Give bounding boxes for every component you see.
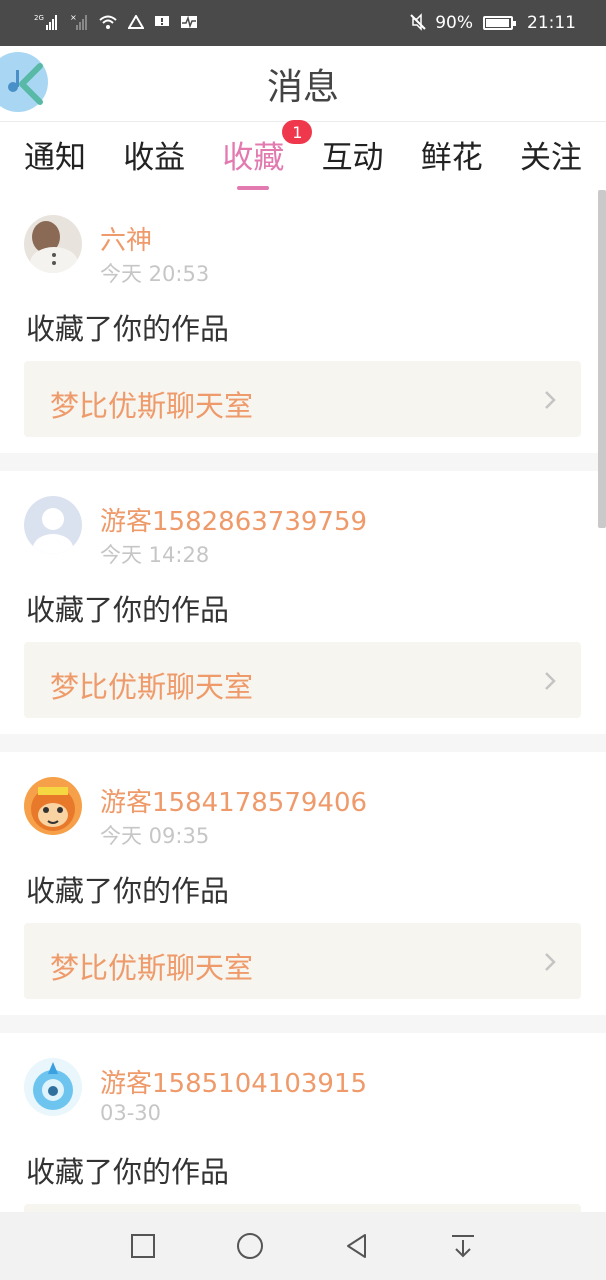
tab-follows[interactable]: 关注 [520,132,582,190]
tab-favorites[interactable]: 收藏 1 [222,120,313,190]
status-bar: 2G × 90% 21:11 [0,0,606,46]
avatar[interactable] [24,1058,82,1116]
list-item: 游客1585104103915 03-30 收藏了你的作品 [0,1033,606,1212]
action-text: 收藏了你的作品 [26,312,230,346]
tab-label: 鲜花 [420,140,483,176]
title-bar: 消息 [0,46,606,122]
notification-pull-icon[interactable] [449,1232,477,1260]
tab-interactions[interactable]: 互动 [322,132,384,190]
avatar[interactable] [24,215,82,273]
svg-text:2G: 2G [34,14,44,22]
signal-icon: 2G [34,13,60,34]
username[interactable]: 游客1582863739759 [100,501,367,538]
system-nav-bar [0,1212,606,1280]
status-icons-right: 90% 21:11 [409,12,576,34]
back-icon[interactable] [343,1232,371,1260]
tab-label: 通知 [24,140,86,176]
tab-label: 收益 [123,140,186,176]
tab-notifications[interactable]: 通知 [24,132,86,190]
unread-badge: 1 [282,120,313,144]
divider [0,734,606,752]
timestamp: 03-30 [100,1101,162,1125]
work-link[interactable]: 梦比优斯聊天室 [24,923,581,999]
work-link[interactable] [24,1204,581,1212]
divider [0,1015,606,1033]
list-item: 游客1582863739759 今天 14:28 收藏了你的作品 梦比优斯聊天室 [0,471,606,734]
timestamp: 今天 09:35 [100,824,210,848]
avatar[interactable] [24,777,82,835]
chevron-right-icon [545,953,556,971]
work-link[interactable]: 梦比优斯聊天室 [24,642,581,718]
action-text: 收藏了你的作品 [26,593,230,627]
work-title: 梦比优斯聊天室 [50,389,254,423]
category-tabs: 通知 收益 收藏 1 互动 鲜花 关注 [0,120,606,190]
timestamp: 今天 20:53 [100,262,210,286]
avatar[interactable] [24,496,82,554]
chevron-right-icon [545,672,556,690]
tab-label: 关注 [519,140,582,176]
favorites-list[interactable]: 六神 今天 20:53 收藏了你的作品 梦比优斯聊天室 游客1582863739… [0,190,606,1212]
tab-flowers[interactable]: 鲜花 [421,132,483,190]
work-title: 梦比优斯聊天室 [50,670,254,704]
battery-icon [483,16,516,30]
action-text: 收藏了你的作品 [26,1155,230,1189]
home-icon[interactable] [235,1231,265,1261]
list-item: 六神 今天 20:53 收藏了你的作品 梦比优斯聊天室 [0,190,606,453]
clock: 21:11 [527,13,576,33]
activity-icon [180,15,198,32]
page-title: 消息 [266,66,339,108]
svg-text:×: × [70,13,77,22]
status-icons-left: 2G × [34,13,198,34]
no-signal-icon: × [70,13,88,34]
username[interactable]: 六神 [100,220,152,257]
list-item: 游客1584178579406 今天 09:35 收藏了你的作品 梦比优斯聊天室 [0,752,606,1015]
recent-apps-icon[interactable] [129,1232,157,1260]
work-link[interactable]: 梦比优斯聊天室 [24,361,581,437]
tab-earnings[interactable]: 收益 [123,132,185,190]
battery-percent: 90% [435,13,473,33]
message-icon [154,15,170,32]
mute-icon [409,12,427,34]
scrollbar[interactable] [598,190,606,528]
chevron-right-icon [545,391,556,409]
work-title: 梦比优斯聊天室 [50,951,254,985]
warning-icon [127,13,145,32]
wifi-icon [98,14,118,33]
username[interactable]: 游客1584178579406 [100,782,367,819]
tab-label: 互动 [321,140,384,176]
back-chevron-icon[interactable] [14,62,48,106]
tab-label: 收藏 [222,140,285,176]
username[interactable]: 游客1585104103915 [100,1063,367,1100]
divider [0,453,606,471]
action-text: 收藏了你的作品 [26,874,230,908]
timestamp: 今天 14:28 [100,543,210,567]
